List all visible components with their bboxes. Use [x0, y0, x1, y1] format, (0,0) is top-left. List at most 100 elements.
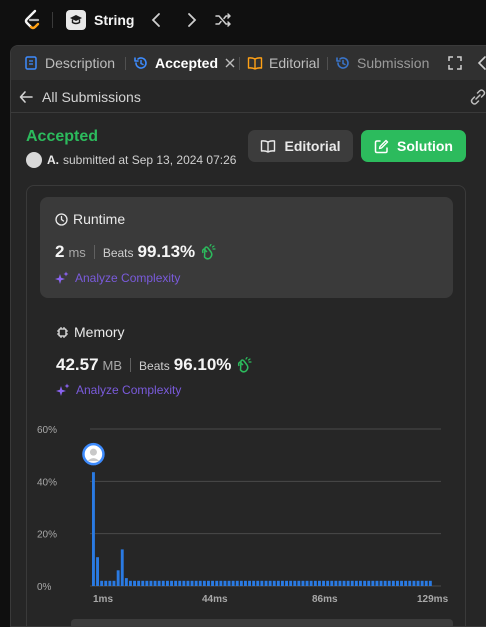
chart-bar[interactable]: [416, 580, 420, 586]
chart-bar[interactable]: [404, 580, 408, 586]
chart-bar[interactable]: [170, 580, 173, 586]
chart-bar[interactable]: [424, 580, 428, 586]
chart-bar[interactable]: [235, 580, 239, 586]
chart-bar[interactable]: [244, 580, 247, 586]
chart-bar[interactable]: [100, 580, 104, 586]
link-icon[interactable]: [469, 89, 486, 105]
chart-bar[interactable]: [252, 580, 256, 586]
chart-bar[interactable]: [408, 580, 412, 586]
chart-bar[interactable]: [412, 580, 416, 586]
username[interactable]: A.: [47, 153, 59, 167]
chart-bar[interactable]: [379, 580, 383, 586]
chart-bar[interactable]: [133, 580, 136, 586]
chart-bar[interactable]: [194, 580, 198, 586]
chart-bar[interactable]: [371, 580, 375, 586]
chart-bar[interactable]: [334, 580, 338, 586]
solution-button[interactable]: Solution: [361, 130, 466, 162]
chart-bar[interactable]: [108, 580, 112, 586]
chart-bar[interactable]: [428, 580, 432, 586]
chart-bar[interactable]: [129, 580, 132, 586]
chart-bar[interactable]: [354, 580, 358, 586]
chart-bar[interactable]: [260, 580, 264, 586]
chart-bar[interactable]: [297, 580, 301, 586]
leetcode-logo-icon[interactable]: [22, 9, 42, 31]
chart-bar[interactable]: [289, 580, 293, 586]
chart-bar[interactable]: [211, 580, 214, 586]
chart-bar[interactable]: [285, 580, 288, 586]
chart-bar[interactable]: [293, 580, 297, 586]
tab-accepted[interactable]: Accepted: [133, 46, 235, 80]
chart-bar[interactable]: [161, 580, 165, 586]
problem-list-icon[interactable]: [66, 10, 86, 30]
chart-bar[interactable]: [318, 580, 321, 586]
chart-bar[interactable]: [272, 580, 276, 586]
chart-bar[interactable]: [264, 580, 268, 586]
arrow-left-icon[interactable]: [19, 90, 33, 104]
chart-bar[interactable]: [202, 580, 206, 586]
chart-bar[interactable]: [326, 580, 330, 586]
chart-bar[interactable]: [342, 580, 346, 586]
chart-bar[interactable]: [276, 580, 280, 586]
shuffle-icon[interactable]: [214, 11, 232, 29]
chart-bar[interactable]: [153, 580, 157, 586]
chart-bar[interactable]: [178, 580, 182, 586]
chart-bar[interactable]: [400, 580, 403, 586]
chart-bar[interactable]: [92, 472, 95, 586]
chart-bar[interactable]: [268, 580, 272, 586]
chart-bar[interactable]: [248, 580, 251, 586]
chart-bar[interactable]: [420, 580, 424, 586]
chart-bar[interactable]: [309, 580, 313, 586]
chart-bar[interactable]: [120, 549, 124, 586]
memory-distribution-chart[interactable]: 60% 40% 20% 0% 1ms 44ms 86ms 129ms: [27, 186, 467, 626]
chart-bar[interactable]: [227, 580, 231, 586]
chart-bar[interactable]: [387, 580, 391, 586]
chart-bar[interactable]: [124, 578, 128, 586]
chevron-left-icon[interactable]: [475, 55, 486, 71]
chart-bar[interactable]: [149, 580, 153, 586]
tab-description[interactable]: Description: [23, 46, 115, 80]
chart-bar[interactable]: [174, 580, 178, 586]
chart-bar[interactable]: [396, 580, 399, 586]
chart-bar[interactable]: [182, 580, 186, 586]
editorial-button[interactable]: Editorial: [248, 130, 353, 162]
chart-bar[interactable]: [322, 580, 325, 586]
chevron-right-icon[interactable]: [182, 11, 200, 29]
chart-bar[interactable]: [166, 580, 169, 586]
chart-bar[interactable]: [383, 580, 387, 586]
chart-bar[interactable]: [350, 580, 354, 586]
current-submission-marker[interactable]: [82, 442, 105, 466]
chart-bar[interactable]: [157, 580, 161, 586]
close-icon[interactable]: [225, 58, 235, 68]
chart-bar[interactable]: [346, 580, 350, 586]
chart-scrollbar[interactable]: [71, 619, 453, 626]
problem-list-title[interactable]: String: [94, 12, 134, 28]
chart-bar[interactable]: [137, 580, 141, 586]
chart-bar[interactable]: [207, 580, 210, 586]
chart-bar[interactable]: [363, 580, 367, 586]
chart-bar[interactable]: [367, 580, 371, 586]
chart-bar[interactable]: [231, 580, 235, 586]
chart-bar[interactable]: [391, 580, 395, 586]
chart-bar[interactable]: [223, 580, 227, 586]
chart-bar[interactable]: [145, 580, 149, 586]
chart-bar[interactable]: [104, 580, 108, 586]
chart-bar[interactable]: [359, 580, 362, 586]
chart-bar[interactable]: [190, 580, 194, 586]
chart-bar[interactable]: [116, 570, 120, 586]
chart-bar[interactable]: [96, 557, 99, 586]
chart-bar[interactable]: [239, 580, 243, 586]
chart-bar[interactable]: [256, 580, 260, 586]
chart-bar[interactable]: [112, 580, 116, 586]
chart-bar[interactable]: [219, 580, 223, 586]
chart-bar[interactable]: [330, 580, 334, 586]
chart-bar[interactable]: [198, 580, 202, 586]
chart-bar[interactable]: [313, 580, 317, 586]
maximize-icon[interactable]: [447, 55, 463, 71]
chart-bar[interactable]: [281, 580, 284, 586]
chart-bar[interactable]: [141, 580, 145, 586]
tab-submissions[interactable]: Submission: [335, 46, 429, 80]
all-submissions-link[interactable]: All Submissions: [42, 89, 141, 105]
avatar[interactable]: [26, 152, 42, 168]
chevron-left-icon[interactable]: [148, 11, 166, 29]
chart-bar[interactable]: [338, 580, 342, 586]
